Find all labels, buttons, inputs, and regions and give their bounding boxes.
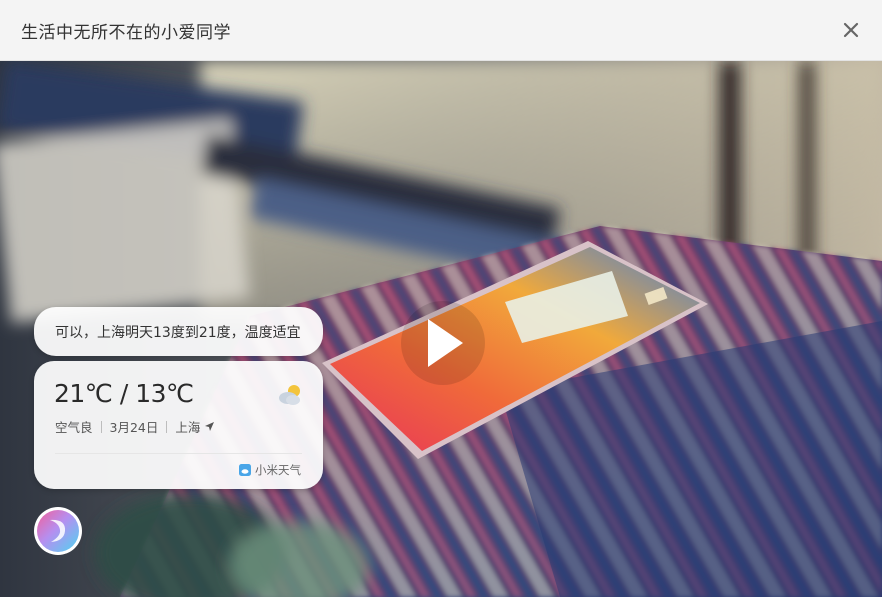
temperature-range: 21℃ / 13℃ xyxy=(54,379,194,408)
meta-separator xyxy=(100,420,102,433)
close-icon[interactable] xyxy=(840,19,862,41)
xiaomi-weather-icon xyxy=(239,464,251,476)
meta-separator xyxy=(166,420,168,433)
video-modal: 生活中无所不在的小爱同学 可以，上海明天13度到21度，温度适宜 21℃ / 1… xyxy=(0,0,882,597)
weather-brand: 小米天气 xyxy=(239,462,301,478)
weather-city: 上海 xyxy=(175,420,201,435)
partly-cloudy-icon xyxy=(276,383,304,407)
video-player[interactable]: 可以，上海明天13度到21度，温度适宜 21℃ / 13℃ 空气良 3月24日 … xyxy=(0,61,882,597)
weather-divider xyxy=(55,453,302,454)
assistant-reply-text: 可以，上海明天13度到21度，温度适宜 xyxy=(55,324,301,341)
location-arrow-icon xyxy=(205,422,215,431)
assistant-reply-bubble: 可以，上海明天13度到21度，温度适宜 xyxy=(34,307,323,356)
weather-card: 21℃ / 13℃ 空气良 3月24日 上海 小米天气 xyxy=(34,361,323,489)
weather-brand-label: 小米天气 xyxy=(255,463,301,477)
weather-meta: 空气良 3月24日 上海 xyxy=(55,417,215,436)
modal-header: 生活中无所不在的小爱同学 xyxy=(0,0,882,61)
play-icon[interactable] xyxy=(399,299,487,387)
air-quality: 空气良 xyxy=(55,420,93,435)
modal-title: 生活中无所不在的小爱同学 xyxy=(21,22,231,43)
xiaoai-avatar-icon[interactable] xyxy=(33,506,83,556)
weather-date: 3月24日 xyxy=(109,420,159,435)
